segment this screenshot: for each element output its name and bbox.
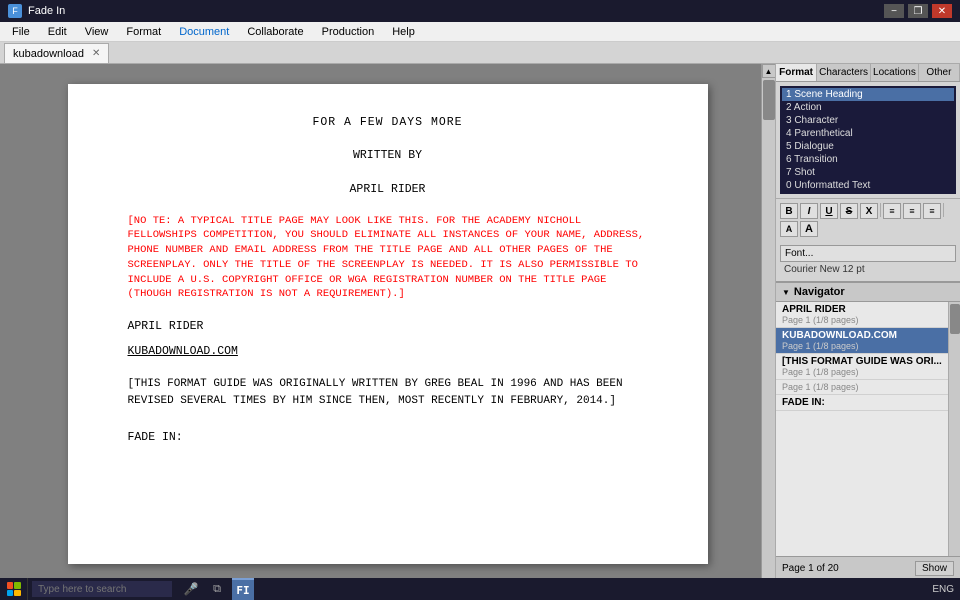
show-button[interactable]: Show <box>915 561 954 576</box>
footer-note: [THIS FORMAT GUIDE WAS ORIGINALLY WRITTE… <box>128 376 648 409</box>
navigator-header: ▼ Navigator <box>776 283 960 302</box>
language-indicator: ENG <box>932 584 954 595</box>
tab-close-button[interactable]: ✕ <box>92 48 100 59</box>
format-toolbar: B I U S X ≡ ≡ ≡ A A <box>776 198 960 241</box>
format-scene-heading[interactable]: 1 Scene Heading <box>782 88 954 101</box>
author2: APRIL RIDER <box>128 318 648 335</box>
website: KUBADOWNLOAD.COM <box>128 343 648 360</box>
nav-scroll-thumb[interactable] <box>950 304 960 334</box>
nav-item-title: [THIS FORMAT GUIDE WAS ORI... <box>782 356 942 367</box>
nav-item-title: FADE IN: <box>782 397 942 408</box>
toolbar-separator <box>880 203 881 217</box>
font-button[interactable]: Font... <box>780 245 956 262</box>
format-parenthetical[interactable]: 4 Parenthetical <box>782 127 954 140</box>
app-icon: F <box>8 4 22 18</box>
nav-item-empty[interactable]: Page 1 (1/8 pages) <box>776 380 948 395</box>
page-count: Page 1 of 20 <box>782 563 839 574</box>
tab-bar: kubadownload ✕ <box>0 42 960 64</box>
underline-button[interactable]: U <box>820 203 838 219</box>
menu-production[interactable]: Production <box>314 24 383 40</box>
navigator-scrollbar[interactable] <box>948 302 960 556</box>
scroll-up-arrow[interactable]: ▲ <box>762 64 776 78</box>
tab-other[interactable]: Other <box>919 64 960 81</box>
font-current: Courier New 12 pt <box>780 262 956 277</box>
bold-button[interactable]: B <box>780 203 798 219</box>
nav-item-sub: Page 1 (1/8 pages) <box>782 382 942 392</box>
toolbar-separator2 <box>943 203 944 217</box>
tab-locations[interactable]: Locations <box>871 64 919 81</box>
navigator-title: Navigator <box>794 286 845 298</box>
format-unformatted[interactable]: 0 Unformatted Text <box>782 179 954 192</box>
nav-item-sub: Page 1 (1/8 pages) <box>782 341 942 351</box>
menu-document[interactable]: Document <box>171 24 237 40</box>
other-format-button[interactable]: X <box>860 203 878 219</box>
navigator: ▼ Navigator APRIL RIDER Page 1 (1/8 page… <box>776 281 960 580</box>
format-dialogue[interactable]: 5 Dialogue <box>782 140 954 153</box>
tab-format[interactable]: Format <box>776 64 817 81</box>
menu-edit[interactable]: Edit <box>40 24 75 40</box>
tab-characters[interactable]: Characters <box>817 64 871 81</box>
nav-item-kubadownload[interactable]: KUBADOWNLOAD.COM Page 1 (1/8 pages) <box>776 328 948 354</box>
menu-view[interactable]: View <box>77 24 117 40</box>
taskbar-icons: 🎤 ⧉ FI <box>180 578 254 600</box>
close-button[interactable]: ✕ <box>932 4 952 18</box>
nav-item-fade-in[interactable]: FADE IN: <box>776 395 948 411</box>
format-transition[interactable]: 6 Transition <box>782 153 954 166</box>
nav-item-april-rider[interactable]: APRIL RIDER Page 1 (1/8 pages) <box>776 302 948 328</box>
page-title: FOR A FEW DAYS MORE <box>128 114 648 131</box>
taskbar-fadein-icon[interactable]: FI <box>232 578 254 600</box>
right-panel-tabs: Format Characters Locations Other <box>776 64 960 82</box>
note-text: [NO TE: A TYPICAL TITLE PAGE MAY LOOK LI… <box>128 214 648 302</box>
tab-kubadownload[interactable]: kubadownload ✕ <box>4 43 109 63</box>
font-size-up-button[interactable]: A <box>800 221 818 237</box>
app-title: Fade In <box>28 5 65 17</box>
right-panel: Format Characters Locations Other 1 Scen… <box>775 64 960 580</box>
format-action[interactable]: 2 Action <box>782 101 954 114</box>
strikethrough-button[interactable]: S <box>840 203 858 219</box>
maximize-button[interactable]: ❐ <box>908 4 928 18</box>
windows-logo <box>7 582 21 596</box>
font-selector: Font... Courier New 12 pt <box>776 241 960 281</box>
navigator-footer: Page 1 of 20 Show <box>776 556 960 580</box>
taskbar-right: ENG <box>932 584 960 595</box>
taskbar-task-view-icon[interactable]: ⧉ <box>206 578 228 600</box>
navigator-list: APRIL RIDER Page 1 (1/8 pages) KUBADOWNL… <box>776 302 948 556</box>
start-button[interactable] <box>0 578 28 600</box>
search-input[interactable] <box>32 581 172 597</box>
nav-item-format-guide[interactable]: [THIS FORMAT GUIDE WAS ORI... Page 1 (1/… <box>776 354 948 380</box>
menu-format[interactable]: Format <box>118 24 169 40</box>
nav-item-title: KUBADOWNLOAD.COM <box>782 330 942 341</box>
document-scrollbar[interactable]: ▲ <box>761 64 775 580</box>
screenplay-page[interactable]: FOR A FEW DAYS MORE WRITTEN BY APRIL RID… <box>68 84 708 564</box>
italic-button[interactable]: I <box>800 203 818 219</box>
menu-bar: File Edit View Format Document Collabora… <box>0 22 960 42</box>
taskbar: 🎤 ⧉ FI ENG <box>0 578 960 600</box>
nav-item-title: APRIL RIDER <box>782 304 942 315</box>
nav-item-sub: Page 1 (1/8 pages) <box>782 367 942 377</box>
tab-label: kubadownload <box>13 48 84 60</box>
nav-collapse-icon[interactable]: ▼ <box>782 288 790 297</box>
taskbar-mic-icon[interactable]: 🎤 <box>180 578 202 600</box>
format-character[interactable]: 3 Character <box>782 114 954 127</box>
menu-file[interactable]: File <box>4 24 38 40</box>
nav-item-sub: Page 1 (1/8 pages) <box>782 315 942 325</box>
scene-heading: FADE IN: <box>128 429 648 446</box>
font-size-down-button[interactable]: A <box>780 221 798 237</box>
align-left-button[interactable]: ≡ <box>883 203 901 219</box>
align-center-button[interactable]: ≡ <box>903 203 921 219</box>
written-by: WRITTEN BY <box>128 147 648 164</box>
author-name: APRIL RIDER <box>128 181 648 198</box>
scroll-thumb[interactable] <box>763 80 775 120</box>
format-shot[interactable]: 7 Shot <box>782 166 954 179</box>
menu-collaborate[interactable]: Collaborate <box>239 24 311 40</box>
format-list: 1 Scene Heading 2 Action 3 Character 4 P… <box>780 86 956 194</box>
title-bar: F Fade In − ❐ ✕ <box>0 0 960 22</box>
document-area: FOR A FEW DAYS MORE WRITTEN BY APRIL RID… <box>0 64 775 580</box>
align-right-button[interactable]: ≡ <box>923 203 941 219</box>
minimize-button[interactable]: − <box>884 4 904 18</box>
menu-help[interactable]: Help <box>384 24 423 40</box>
